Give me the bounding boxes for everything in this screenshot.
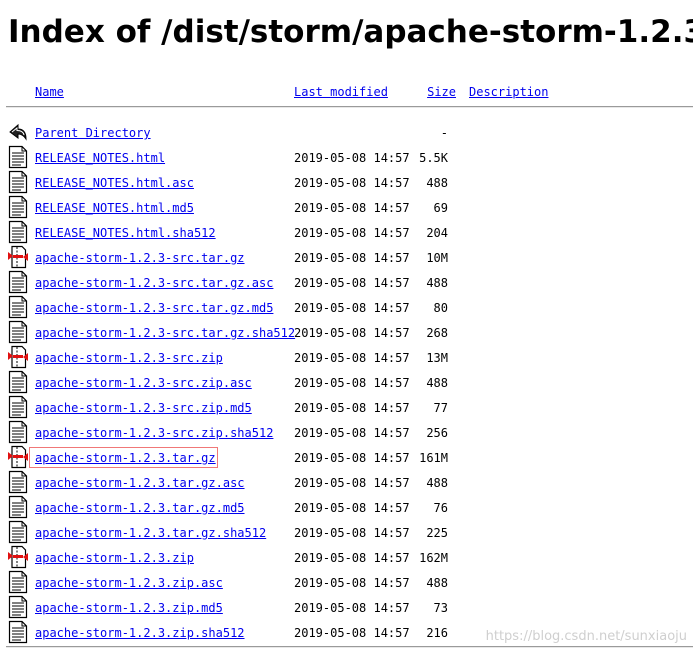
column-header-row: Name Last modified Size Description [0,82,693,102]
file-link[interactable]: apache-storm-1.2.3-src.zip.sha512 [35,426,273,440]
footer-divider [6,646,693,648]
compressed-file-icon [8,445,28,469]
text-document-icon [8,220,28,244]
file-modified: 2019-05-08 14:57 [294,376,410,390]
file-link[interactable]: apache-storm-1.2.3.tar.gz.sha512 [35,526,266,540]
sort-by-description-link[interactable]: Description [469,85,548,99]
file-size: 488 [426,276,448,290]
file-modified: 2019-05-08 14:57 [294,301,410,315]
file-link[interactable]: apache-storm-1.2.3-src.zip.md5 [35,401,252,415]
file-size: 488 [426,376,448,390]
parent-size: - [440,126,448,140]
file-size: 73 [433,601,448,615]
file-size: 69 [433,201,448,215]
compressed-file-icon [8,345,28,369]
file-size: 216 [426,626,448,640]
file-size: 161M [419,451,448,465]
sort-by-last-modified-link[interactable]: Last modified [294,85,388,99]
file-link[interactable]: apache-storm-1.2.3-src.zip [35,351,223,365]
file-modified: 2019-05-08 14:57 [294,551,410,565]
file-link[interactable]: apache-storm-1.2.3.zip.asc [35,576,223,590]
file-size: 488 [426,176,448,190]
file-link[interactable]: apache-storm-1.2.3.tar.gz.md5 [35,501,245,515]
page-title: Index of /dist/storm/apache-storm-1.2.3 [8,14,693,50]
file-modified: 2019-05-08 14:57 [294,226,410,240]
file-size: 13M [426,351,448,365]
sort-by-name-link[interactable]: Name [35,85,64,99]
compressed-file-icon [8,545,28,569]
file-link[interactable]: apache-storm-1.2.3.zip.sha512 [35,626,245,640]
file-modified: 2019-05-08 14:57 [294,451,410,465]
file-modified: 2019-05-08 14:57 [294,276,410,290]
file-link[interactable]: RELEASE_NOTES.html.md5 [35,201,194,215]
back-arrow-icon [9,123,27,141]
file-link[interactable]: RELEASE_NOTES.html.asc [35,176,194,190]
text-document-icon [8,170,28,194]
file-size: 225 [426,526,448,540]
text-document-icon [8,370,28,394]
file-link[interactable]: apache-storm-1.2.3-src.tar.gz.asc [35,276,273,290]
text-document-icon [8,320,28,344]
file-modified: 2019-05-08 14:57 [294,601,410,615]
download-highlight-box [29,447,218,468]
file-size: 256 [426,426,448,440]
file-link[interactable]: RELEASE_NOTES.html [35,151,165,165]
file-modified: 2019-05-08 14:57 [294,476,410,490]
file-size: 488 [426,476,448,490]
text-document-icon [8,420,28,444]
watermark: https://blog.csdn.net/sunxiaoju [485,629,687,644]
file-link[interactable]: apache-storm-1.2.3.tar.gz.asc [35,476,245,490]
file-modified: 2019-05-08 14:57 [294,501,410,515]
text-document-icon [8,520,28,544]
text-document-icon [8,395,28,419]
file-link[interactable]: apache-storm-1.2.3.zip.md5 [35,601,223,615]
file-modified: 2019-05-08 14:57 [294,201,410,215]
file-modified: 2019-05-08 14:57 [294,526,410,540]
file-size: 76 [433,501,448,515]
file-modified: 2019-05-08 14:57 [294,151,410,165]
text-document-icon [8,145,28,169]
file-size: 268 [426,326,448,340]
text-document-icon [8,495,28,519]
file-modified: 2019-05-08 14:57 [294,576,410,590]
file-modified: 2019-05-08 14:57 [294,626,410,640]
file-size: 488 [426,576,448,590]
text-document-icon [8,570,28,594]
file-size: 10M [426,251,448,265]
file-modified: 2019-05-08 14:57 [294,401,410,415]
text-document-icon [8,270,28,294]
file-link[interactable]: apache-storm-1.2.3-src.tar.gz [35,251,245,265]
file-modified: 2019-05-08 14:57 [294,351,410,365]
text-document-icon [8,595,28,619]
sort-by-size-link[interactable]: Size [427,85,456,99]
text-document-icon [8,470,28,494]
file-modified: 2019-05-08 14:57 [294,251,410,265]
file-modified: 2019-05-08 14:57 [294,326,410,340]
file-link[interactable]: apache-storm-1.2.3-src.tar.gz.md5 [35,301,273,315]
file-link[interactable]: RELEASE_NOTES.html.sha512 [35,226,216,240]
compressed-file-icon [8,245,28,269]
file-size: 80 [433,301,448,315]
file-size: 204 [426,226,448,240]
file-size: 5.5K [419,151,448,165]
text-document-icon [8,195,28,219]
file-link[interactable]: apache-storm-1.2.3-src.tar.gz.sha512 [35,326,295,340]
file-modified: 2019-05-08 14:57 [294,176,410,190]
file-size: 77 [433,401,448,415]
header-divider [6,106,693,108]
text-document-icon [8,295,28,319]
file-modified: 2019-05-08 14:57 [294,426,410,440]
file-link[interactable]: apache-storm-1.2.3.zip [35,551,194,565]
file-link[interactable]: apache-storm-1.2.3-src.zip.asc [35,376,252,390]
parent-directory-link[interactable]: Parent Directory [35,126,151,140]
text-document-icon [8,620,28,644]
file-size: 162M [419,551,448,565]
